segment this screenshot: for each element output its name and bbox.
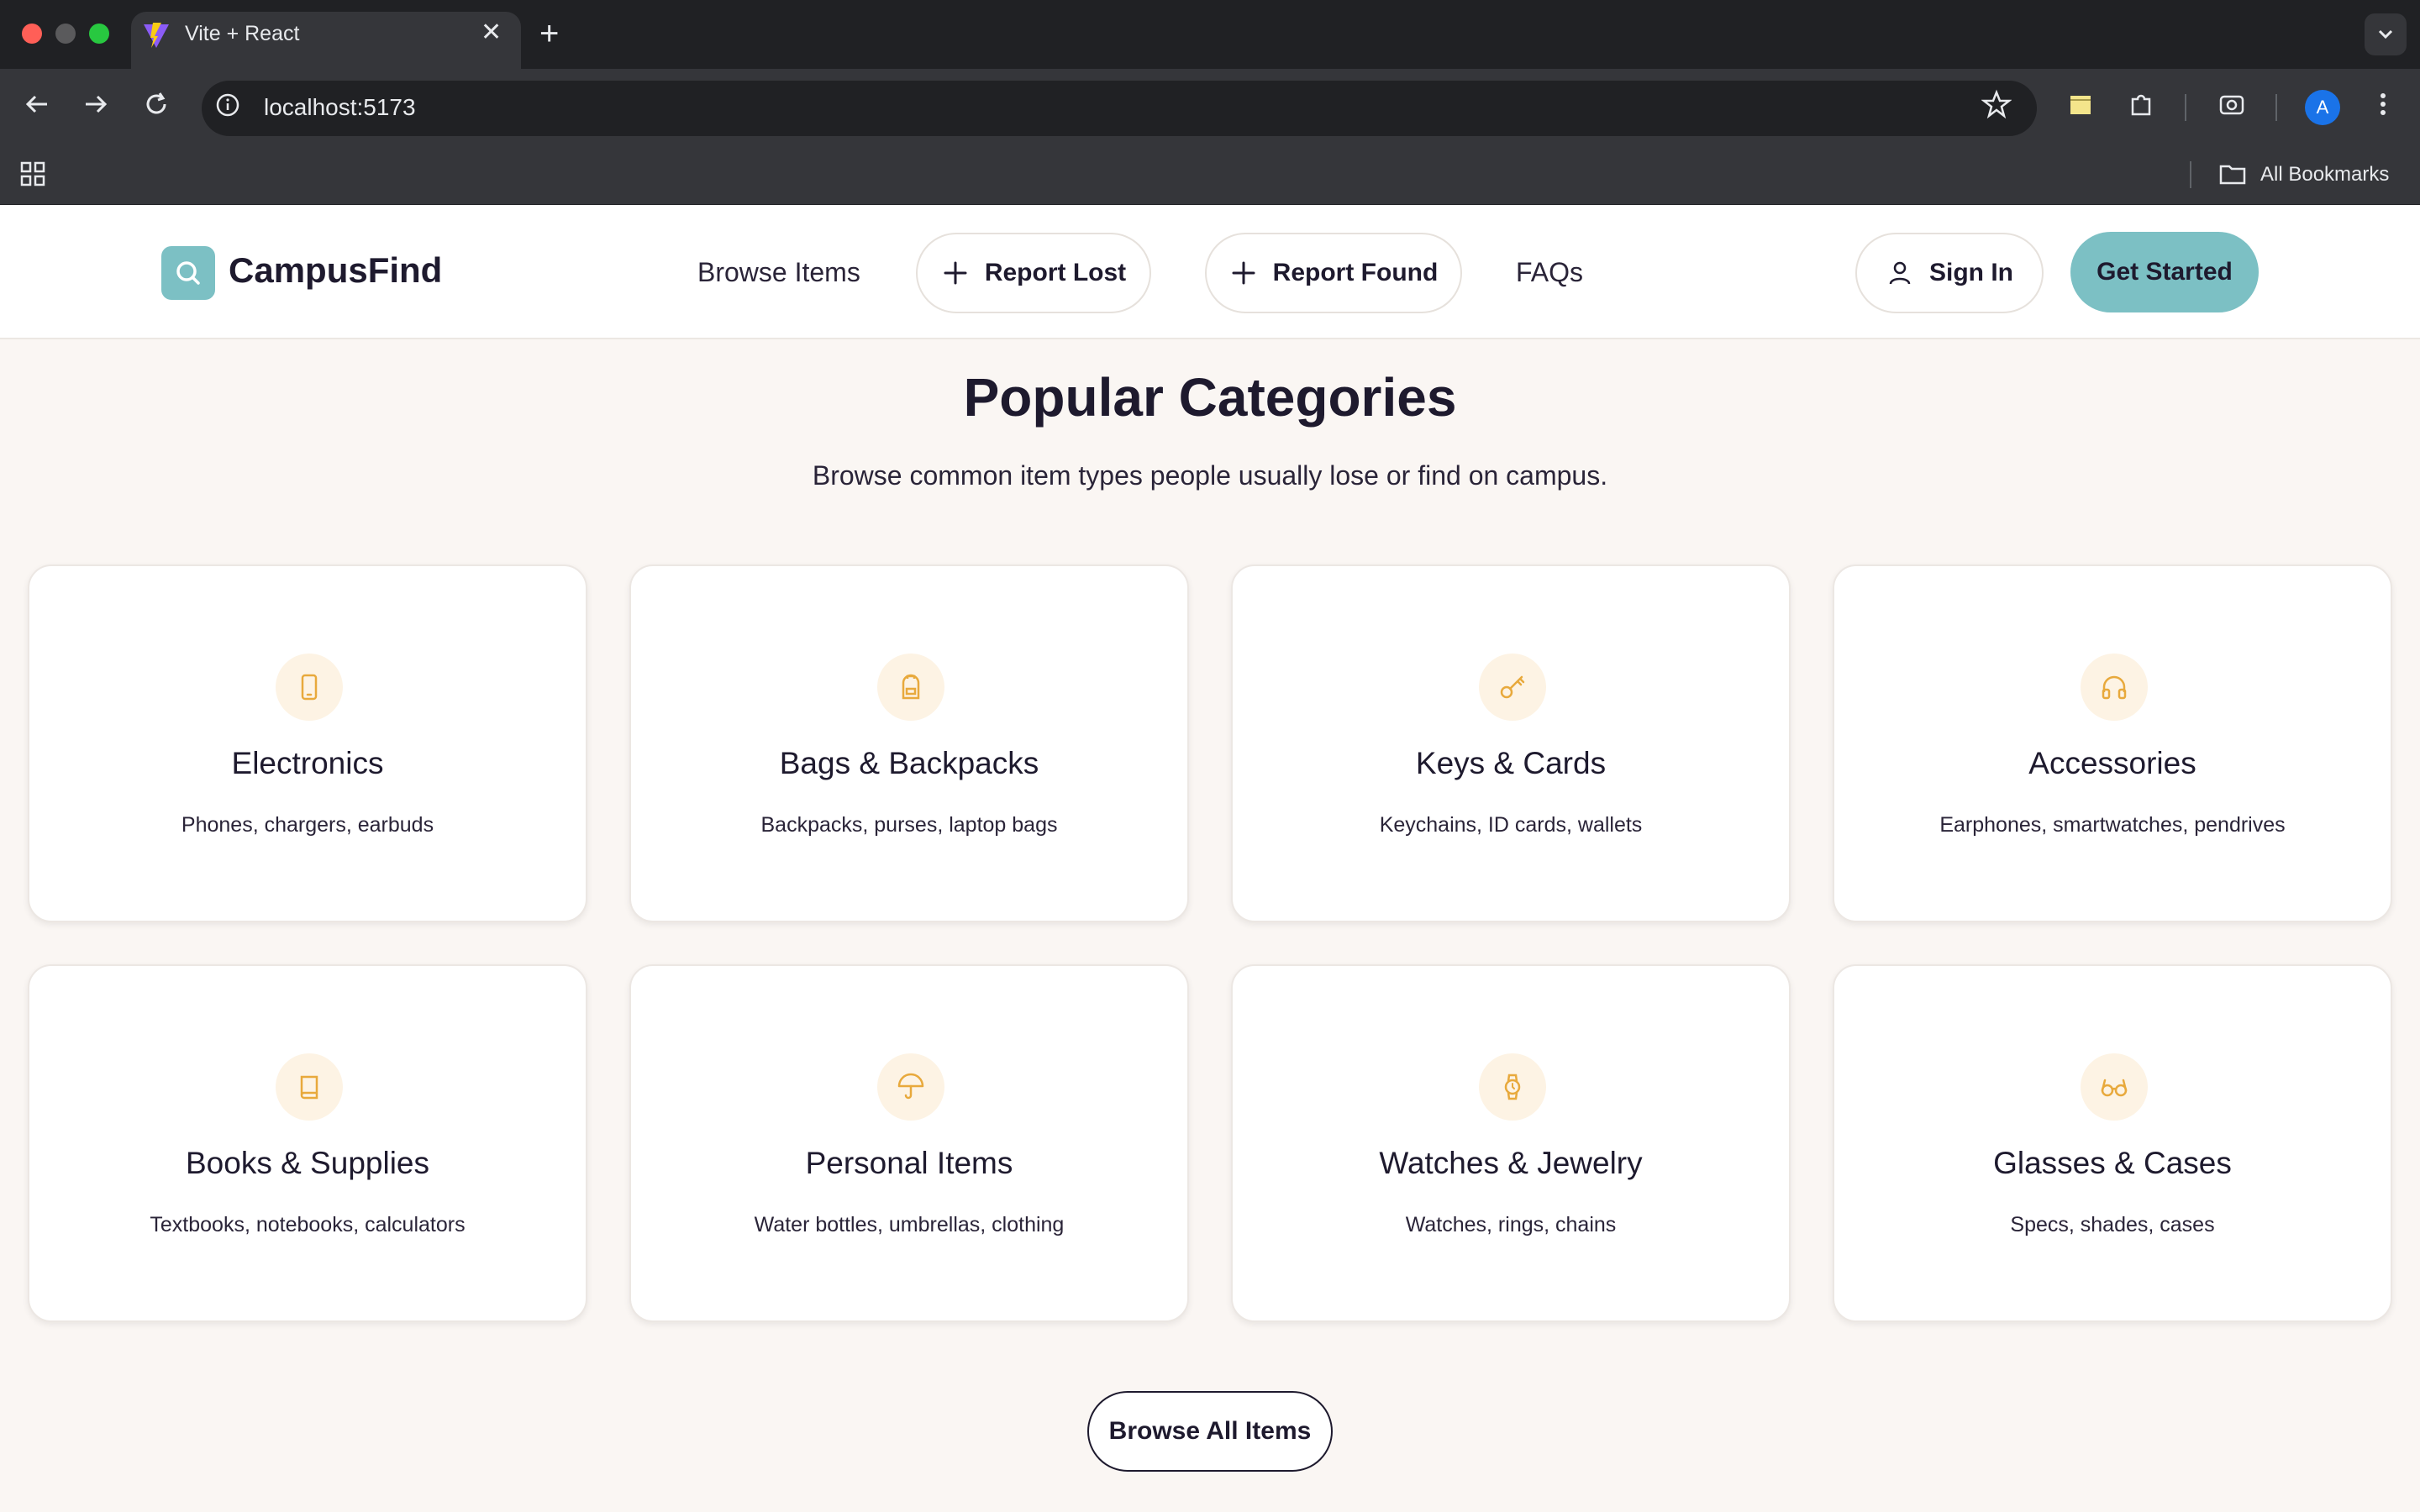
screenshot-lens-icon[interactable] [2217,89,2247,119]
category-description: Earphones, smartwatches, pendrives [1939,813,2286,837]
category-description: Phones, chargers, earbuds [181,813,434,837]
category-title: Keys & Cards [1415,746,1607,780]
address-bar[interactable] [202,81,2037,136]
site-info-icon[interactable] [215,92,240,118]
forward-arrow-icon[interactable] [81,89,111,119]
category-title: Electronics [231,746,384,780]
category-title: Books & Supplies [185,1146,429,1180]
category-card-watches[interactable]: Watches & Jewelry Watches, rings, chains [1231,964,1791,1322]
category-description: Keychains, ID cards, wallets [1379,813,1643,837]
report-found-button[interactable]: Report Found [1205,233,1462,313]
watch-icon [1479,1053,1546,1121]
report-lost-label: Report Lost [984,259,1127,286]
folder-icon[interactable] [2218,160,2247,188]
backpack-icon [877,654,944,721]
get-started-button[interactable]: Get Started [2070,232,2259,312]
category-card-keys[interactable]: Keys & Cards Keychains, ID cards, wallet… [1231,564,1791,922]
report-lost-button[interactable]: Report Lost [916,233,1151,313]
category-description: Water bottles, umbrellas, clothing [754,1213,1065,1236]
toolbar-divider [2275,94,2277,121]
category-card-personal[interactable]: Personal Items Water bottles, umbrellas,… [629,964,1189,1322]
key-icon [1479,654,1546,721]
more-options-icon[interactable] [2368,89,2398,119]
category-title: Personal Items [805,1146,1013,1180]
sign-in-label: Sign In [1929,259,2013,286]
bookmarks-bar [0,138,2420,205]
category-card-glasses[interactable]: Glasses & Cases Specs, shades, cases [1833,964,2392,1322]
profile-avatar[interactable]: A [2305,90,2340,125]
new-tab-icon[interactable]: + [539,13,559,54]
sign-in-button[interactable]: Sign In [1855,233,2044,313]
toolbar-divider [2185,94,2186,121]
close-window-button[interactable] [22,24,42,44]
apps-grid-icon[interactable] [18,160,47,188]
close-tab-icon[interactable]: ✕ [481,20,502,45]
logo-badge[interactable] [161,246,215,300]
tab-title: Vite + React [185,22,300,45]
all-bookmarks-label[interactable]: All Bookmarks [2260,163,2389,186]
brand-name[interactable]: CampusFind [229,250,442,291]
category-description: Backpacks, purses, laptop bags [760,813,1058,837]
search-icon [176,261,200,285]
category-card-accessories[interactable]: Accessories Earphones, smartwatches, pen… [1833,564,2392,922]
page-title: Popular Categories [963,367,1457,428]
back-arrow-icon[interactable] [22,89,52,119]
plus-icon [1232,261,1255,285]
bookmark-star-icon[interactable] [1981,89,2012,119]
reload-icon[interactable] [141,89,171,119]
notes-extension-icon[interactable] [2065,89,2096,119]
page-subtitle: Browse common item types people usually … [812,460,1608,491]
extensions-puzzle-icon[interactable] [2126,89,2156,119]
maximize-window-button[interactable] [89,24,109,44]
report-found-label: Report Found [1272,259,1439,286]
category-title: Bags & Backpacks [779,746,1039,780]
category-card-electronics[interactable]: Electronics Phones, chargers, earbuds [28,564,587,922]
category-description: Textbooks, notebooks, calculators [150,1213,466,1236]
category-title: Glasses & Cases [1993,1146,2232,1180]
user-icon [1889,261,1911,285]
vite-logo-icon [144,23,169,48]
nav-browse-items[interactable]: Browse Items [697,257,860,288]
headphones-icon [2081,654,2148,721]
plus-icon [944,261,967,285]
category-description: Specs, shades, cases [2010,1213,2215,1236]
bookmarks-divider [2190,161,2191,188]
chevron-down-icon [2378,29,2393,39]
smartphone-icon [276,654,343,721]
book-icon [276,1053,343,1121]
category-title: Accessories [2028,746,2196,780]
tab-search-button[interactable] [2365,13,2407,55]
umbrella-icon [877,1053,944,1121]
glasses-icon [2081,1053,2148,1121]
url-text: localhost:5173 [264,94,416,120]
minimize-window-button[interactable] [55,24,76,44]
category-description: Watches, rings, chains [1405,1213,1617,1236]
nav-faqs[interactable]: FAQs [1516,257,1583,288]
category-card-books[interactable]: Books & Supplies Textbooks, notebooks, c… [28,964,587,1322]
category-card-bags[interactable]: Bags & Backpacks Backpacks, purses, lapt… [629,564,1189,922]
category-title: Watches & Jewelry [1379,1146,1643,1180]
browse-all-items-button[interactable]: Browse All Items [1087,1391,1333,1472]
